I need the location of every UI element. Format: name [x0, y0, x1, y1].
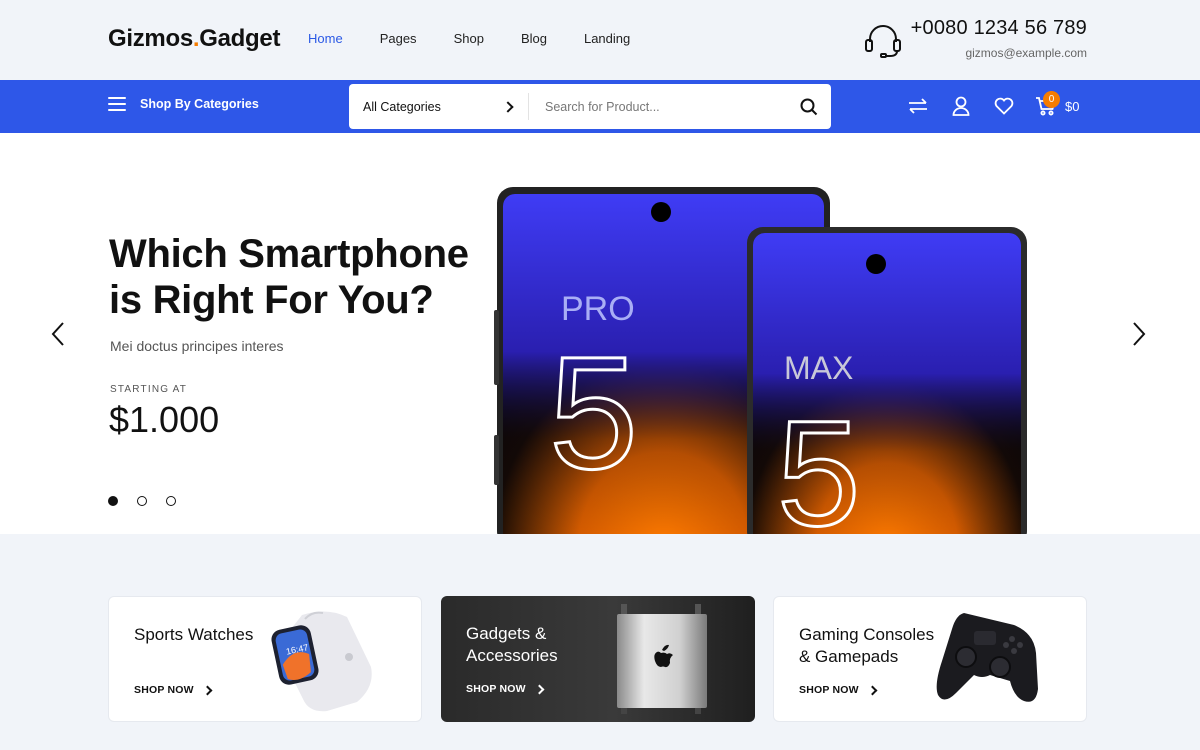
support-email[interactable]: gizmos@example.com	[911, 46, 1087, 60]
nav-pages[interactable]: Pages	[380, 31, 417, 46]
slide-dot-2[interactable]	[137, 496, 147, 506]
search-bar-strip: Shop By Categories All Categories Search…	[0, 80, 1200, 133]
cart-count-badge: 0	[1043, 91, 1060, 108]
headset-icon	[865, 25, 901, 58]
shop-now-label: SHOP NOW	[134, 684, 194, 696]
chevron-right-icon	[867, 685, 878, 695]
gamepad-image	[936, 613, 1038, 702]
hero-slider: Which Smartphone is Right For You? Mei d…	[0, 133, 1200, 534]
support-phone[interactable]: +0080 1234 56 789	[911, 17, 1087, 40]
compare-button[interactable]	[906, 94, 930, 118]
shop-now-link[interactable]: SHOP NOW	[799, 684, 878, 696]
mac-pro-image	[617, 604, 707, 714]
smartphones-image: PRO 5 MAX 5	[494, 187, 1027, 534]
chevron-right-icon	[534, 684, 545, 694]
logo[interactable]: Gizmos. Gadget	[108, 25, 280, 53]
wishlist-button[interactable]	[992, 94, 1016, 118]
card-title: Gaming Consoles & Gamepads	[799, 625, 935, 666]
category-card-sports-watches[interactable]: Sports Watches SHOP NOW 16:47	[108, 596, 422, 722]
chevron-right-icon	[202, 685, 213, 695]
heart-icon	[994, 97, 1014, 115]
hero-price: $1.000	[109, 399, 220, 440]
search-button[interactable]	[787, 84, 831, 129]
smartwatch-image: 16:47	[271, 611, 372, 712]
category-card-gaming[interactable]: Gaming Consoles & Gamepads SHOP NOW	[773, 596, 1087, 722]
account-button[interactable]	[949, 94, 973, 118]
slide-dot-1[interactable]	[108, 496, 118, 506]
prev-slide-button[interactable]	[48, 321, 70, 347]
chevron-right-icon	[502, 100, 514, 113]
card-title: Gadgets & Accessories	[466, 624, 558, 665]
categories-label: Shop By Categories	[140, 97, 259, 111]
shop-now-link[interactable]: SHOP NOW	[466, 683, 545, 695]
category-card-gadgets[interactable]: Gadgets & Accessories SHOP NOW	[441, 596, 755, 722]
main-nav: Home Pages Shop Blog Landing	[308, 31, 667, 46]
category-select[interactable]: All Categories	[349, 93, 529, 120]
menu-icon	[108, 97, 126, 111]
shop-now-link[interactable]: SHOP NOW	[134, 684, 213, 696]
category-select-value: All Categories	[363, 99, 441, 114]
shop-by-categories-button[interactable]: Shop By Categories	[108, 97, 259, 111]
hero-title: Which Smartphone is Right For You?	[109, 232, 469, 322]
logo-main: Gizmos	[108, 25, 193, 52]
slider-dots	[108, 496, 195, 506]
phone1-number: 5	[549, 323, 638, 502]
nav-shop[interactable]: Shop	[454, 31, 484, 46]
cart-total: $0	[1065, 98, 1080, 114]
search-input[interactable]	[529, 84, 787, 129]
header-actions: 0 $0	[906, 91, 1080, 118]
shop-now-label: SHOP NOW	[799, 684, 859, 696]
next-slide-button[interactable]	[1127, 321, 1149, 347]
user-icon	[952, 96, 970, 116]
compare-icon	[909, 98, 927, 114]
shop-now-label: SHOP NOW	[466, 683, 526, 695]
search-box: All Categories	[349, 84, 831, 129]
nav-home[interactable]: Home	[308, 31, 343, 46]
nav-landing[interactable]: Landing	[584, 31, 630, 46]
logo-rest: Gadget	[199, 25, 281, 52]
hero-subtitle: Mei doctus principes interes	[110, 338, 284, 354]
card-title: Sports Watches	[134, 625, 254, 644]
nav-blog[interactable]: Blog	[521, 31, 547, 46]
phone2-number: 5	[777, 389, 860, 534]
phone2-model: MAX	[784, 350, 853, 386]
support-info: +0080 1234 56 789 gizmos@example.com	[911, 17, 1087, 60]
starting-at-label: STARTING AT	[110, 384, 188, 395]
top-header: Gizmos. Gadget Home Pages Shop Blog Landi…	[0, 0, 1200, 80]
cart-button[interactable]: 0 $0	[1035, 91, 1080, 116]
search-icon	[800, 98, 818, 115]
slide-dot-3[interactable]	[166, 496, 176, 506]
